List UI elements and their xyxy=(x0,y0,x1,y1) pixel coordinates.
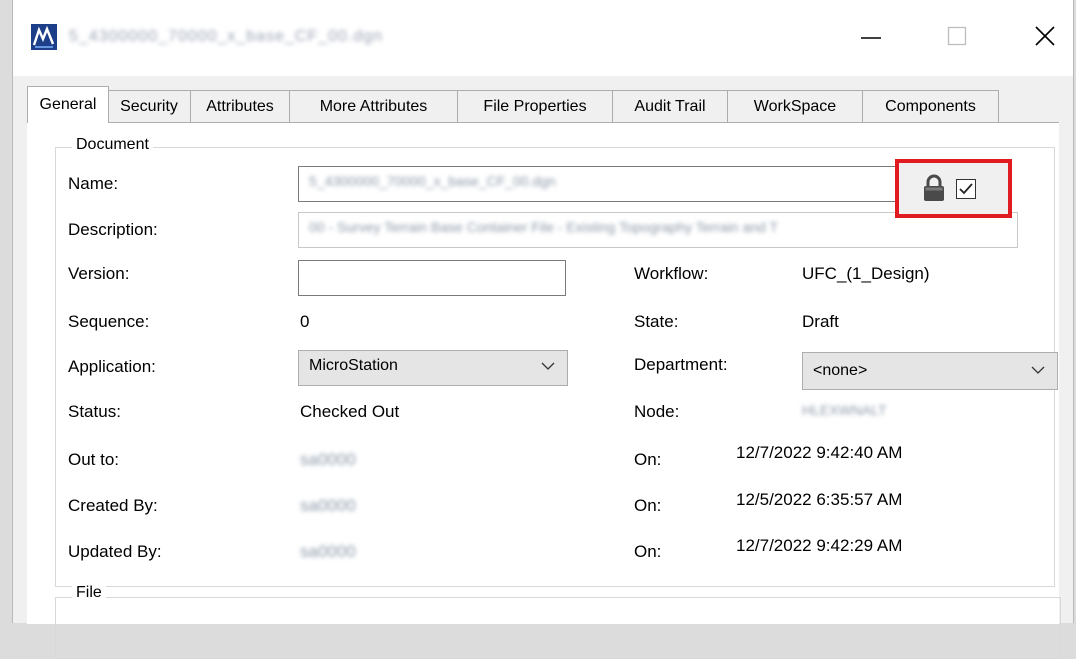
tab-components[interactable]: Components xyxy=(862,90,999,122)
status-label: Status: xyxy=(68,402,121,421)
chevron-down-icon xyxy=(541,362,555,370)
close-button[interactable] xyxy=(1025,18,1065,54)
state-value: Draft xyxy=(802,312,839,331)
application-dropdown[interactable]: MicroStation xyxy=(298,350,568,386)
tab-general[interactable]: General xyxy=(27,86,109,123)
sequence-value: 0 xyxy=(300,312,310,331)
application-value: MicroStation xyxy=(309,357,398,374)
maximize-icon xyxy=(947,26,967,46)
name-value: 5_4300000_70000_x_base_CF_00.dgn xyxy=(309,173,556,189)
tab-file-properties[interactable]: File Properties xyxy=(457,90,613,122)
checkmark-icon xyxy=(959,183,973,195)
name-label: Name: xyxy=(68,174,119,193)
tab-security[interactable]: Security xyxy=(107,90,191,122)
file-group: File xyxy=(55,584,1061,659)
microstation-app-icon xyxy=(31,24,57,50)
updated-by-value: sa0000 xyxy=(300,542,356,561)
chevron-down-icon xyxy=(1031,366,1045,374)
minimize-icon xyxy=(861,37,881,39)
tab-workspace[interactable]: WorkSpace xyxy=(727,90,863,122)
node-label: Node: xyxy=(634,402,680,421)
properties-window: 5_4300000_70000_x_base_CF_00.dgn General… xyxy=(12,0,1074,659)
maximize-button[interactable] xyxy=(937,18,977,54)
out-to-label: Out to: xyxy=(68,450,120,469)
updated-by-label: Updated By: xyxy=(68,542,162,561)
created-on-value: 12/5/2022 6:35:57 AM xyxy=(736,490,903,509)
document-group-title: Document xyxy=(72,136,153,154)
tab-more-attributes[interactable]: More Attributes xyxy=(289,90,458,122)
file-group-title: File xyxy=(72,584,106,602)
title-bar: 5_4300000_70000_x_base_CF_00.dgn xyxy=(13,0,1073,76)
out-on-label: On: xyxy=(634,450,662,469)
tab-attributes[interactable]: Attributes xyxy=(190,90,290,122)
window-title: 5_4300000_70000_x_base_CF_00.dgn xyxy=(69,28,384,45)
tab-audit-trail[interactable]: Audit Trail xyxy=(612,90,728,122)
state-label: State: xyxy=(634,312,679,331)
description-label: Description: xyxy=(68,220,158,239)
created-by-value: sa0000 xyxy=(300,496,356,515)
workflow-label: Workflow: xyxy=(634,264,709,283)
version-input[interactable] xyxy=(298,260,566,296)
minimize-button[interactable] xyxy=(851,18,891,54)
status-value: Checked Out xyxy=(300,402,400,421)
department-dropdown[interactable]: <none> xyxy=(802,352,1058,390)
name-input[interactable]: 5_4300000_70000_x_base_CF_00.dgn xyxy=(298,166,908,202)
application-label: Application: xyxy=(68,357,156,376)
updated-on-label: On: xyxy=(634,542,662,561)
sequence-label: Sequence: xyxy=(68,312,150,331)
department-value: <none> xyxy=(813,362,868,379)
lock-icon[interactable] xyxy=(923,174,945,202)
created-by-label: Created By: xyxy=(68,496,158,515)
out-on-value: 12/7/2022 9:42:40 AM xyxy=(736,443,903,462)
workflow-value: UFC_(1_Design) xyxy=(802,264,930,283)
updated-on-value: 12/7/2022 9:42:29 AM xyxy=(736,536,903,555)
lock-checkbox[interactable] xyxy=(956,179,976,199)
created-on-label: On: xyxy=(634,496,662,515)
version-label: Version: xyxy=(68,264,130,283)
department-label: Department: xyxy=(634,355,728,374)
node-value: HLEXWNALT xyxy=(802,402,887,418)
description-value: 00 - Survey Terrain Base Container File … xyxy=(309,219,778,235)
close-icon xyxy=(1035,26,1055,46)
name-lock-highlight xyxy=(895,159,1012,218)
out-to-value: sa0000 xyxy=(300,450,356,469)
